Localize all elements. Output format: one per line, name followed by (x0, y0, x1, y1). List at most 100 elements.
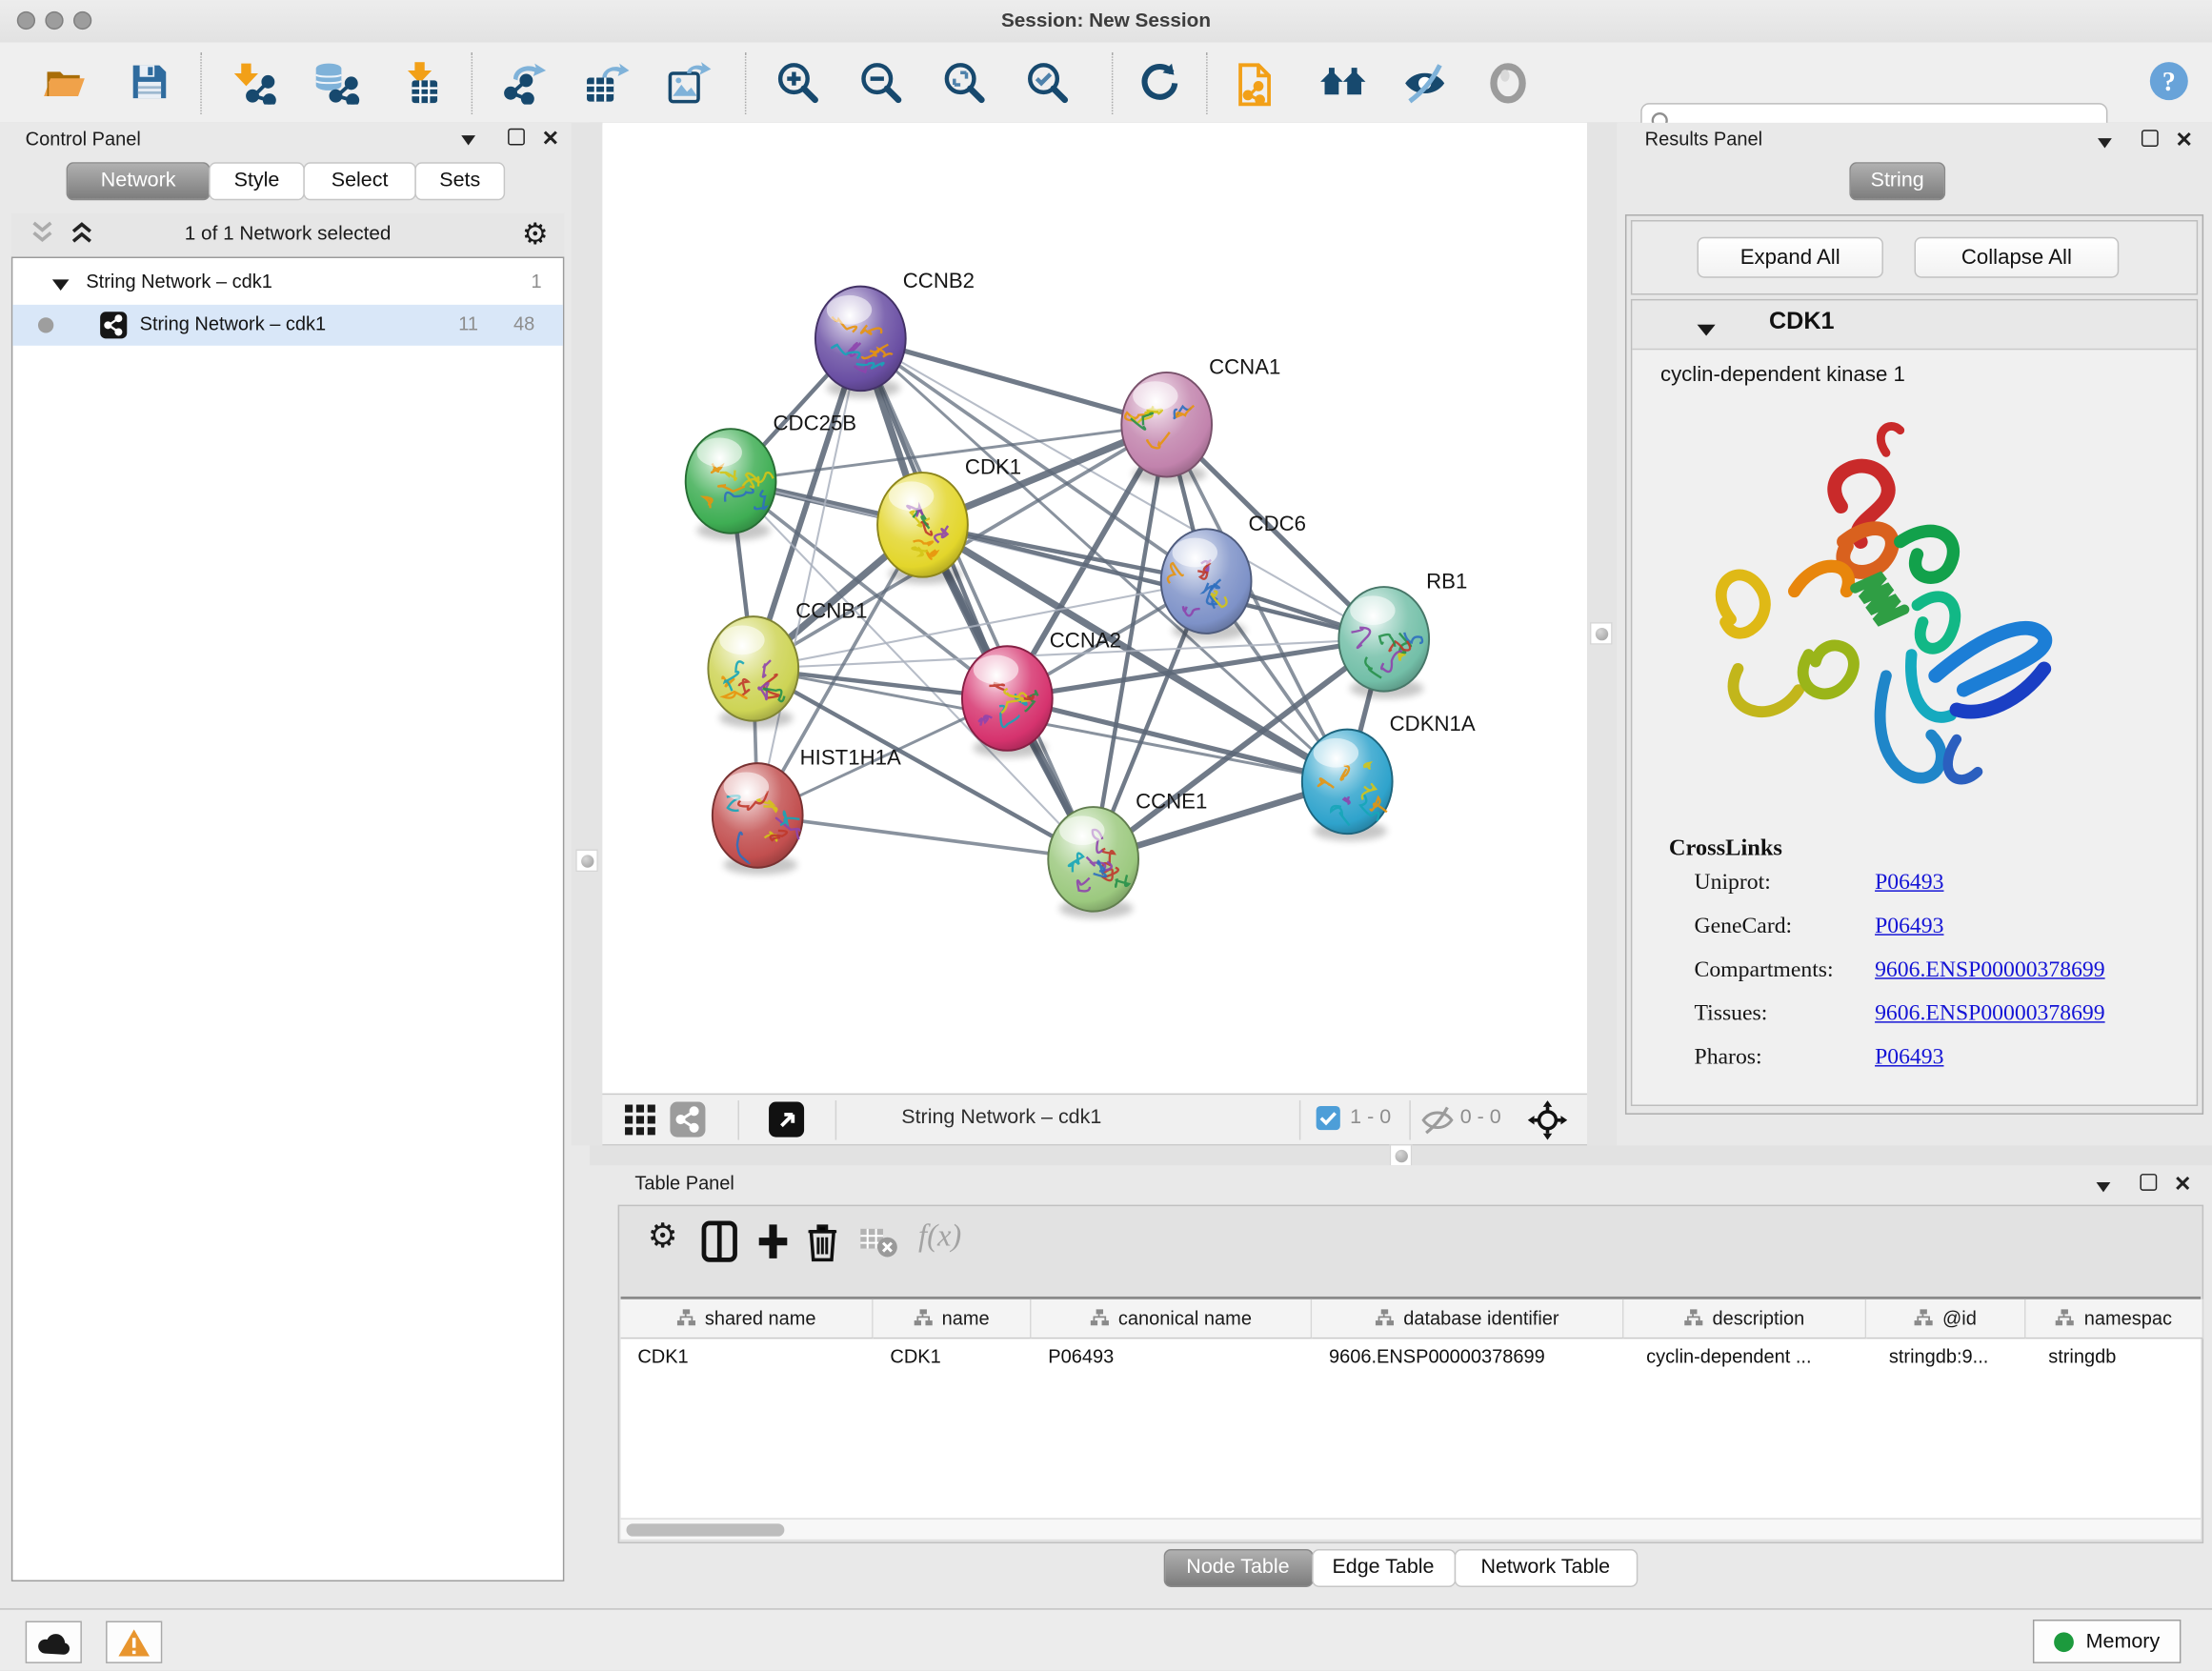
network-node-CDC6[interactable]: CDC6 (1161, 512, 1306, 641)
crosslink-value-link[interactable]: P06493 (1875, 915, 1943, 940)
import-network-from-database-icon[interactable] (313, 62, 355, 104)
control-panel-float-icon[interactable] (458, 129, 478, 154)
delete-table-icon[interactable] (859, 1227, 898, 1265)
import-network-icon[interactable] (234, 62, 276, 104)
crosslink-label: Tissues: (1695, 1001, 1768, 1027)
network-node-CCNA1[interactable]: CCNA1 (1121, 354, 1280, 484)
results-panel-maximize-icon[interactable] (2142, 130, 2159, 147)
create-column-icon[interactable] (754, 1220, 792, 1270)
show-columns-icon[interactable] (701, 1220, 738, 1270)
zoom-fit-icon[interactable] (944, 62, 986, 104)
network-node-HIST1H1A[interactable]: HIST1H1A (713, 746, 901, 876)
collapse-all-button[interactable]: Collapse All (1915, 237, 2120, 278)
zoom-out-icon[interactable] (860, 62, 902, 104)
fit-content-crosshair-icon[interactable] (1528, 1100, 1567, 1147)
zoom-selected-icon[interactable] (1027, 62, 1069, 104)
annotation-network-icon[interactable] (1236, 62, 1277, 104)
table-row[interactable]: CDK1CDK1P064939606.ENSP00000378699cyclin… (621, 1339, 2202, 1376)
zoom-in-icon[interactable] (777, 62, 819, 104)
tab-network[interactable]: Network (67, 162, 211, 200)
hscrollbar-thumb[interactable] (627, 1523, 785, 1536)
export-network-icon[interactable] (502, 62, 544, 104)
network-node-RB1[interactable]: RB1 (1338, 570, 1467, 699)
column-header[interactable]: @id (1866, 1299, 2025, 1339)
tab-select[interactable]: Select (303, 162, 415, 200)
save-session-icon[interactable] (130, 62, 171, 104)
network-edge[interactable] (757, 815, 1093, 859)
crosslink-value-link[interactable]: P06493 (1875, 871, 1943, 896)
grid-view-icon[interactable] (625, 1105, 656, 1143)
function-builder-icon[interactable]: f(x) (918, 1218, 961, 1255)
table-panel-maximize-icon[interactable] (2140, 1174, 2157, 1191)
network-node-CDKN1A[interactable]: CDKN1A (1302, 712, 1476, 841)
column-header[interactable]: namespac (2026, 1299, 2204, 1339)
memory-button[interactable]: Memory (2032, 1620, 2181, 1663)
table-options-gear-icon[interactable]: ⚙ (648, 1217, 678, 1258)
column-header[interactable]: database identifier (1312, 1299, 1623, 1339)
warnings-button[interactable] (106, 1621, 162, 1663)
export-table-icon[interactable] (584, 62, 626, 104)
column-header[interactable]: canonical name (1032, 1299, 1313, 1339)
gene-section-header[interactable]: CDK1 (1632, 300, 2196, 350)
column-header[interactable]: shared name (621, 1299, 874, 1339)
help-icon[interactable]: ? (2148, 61, 2190, 103)
tab-node-table[interactable]: Node Table (1163, 1549, 1313, 1587)
table-cell[interactable]: stringdb:9... (1866, 1339, 2025, 1378)
table-cell[interactable]: stringdb (2026, 1339, 2204, 1378)
crosslink-value-link[interactable]: 9606.ENSP00000378699 (1875, 1001, 2105, 1027)
results-panel-close-icon[interactable]: ✕ (2175, 127, 2193, 152)
splitter-handle[interactable] (1590, 622, 1613, 645)
results-panel-title: Results Panel (1645, 129, 1762, 150)
network-edge[interactable] (860, 338, 1093, 858)
column-header-label: name (942, 1308, 990, 1329)
column-header[interactable]: description (1623, 1299, 1866, 1339)
table-cell[interactable]: CDK1 (621, 1339, 874, 1378)
table-hscrollbar[interactable] (621, 1518, 2202, 1539)
splitter-handle[interactable] (575, 849, 598, 872)
hide-panel-eye-icon[interactable] (1402, 62, 1444, 104)
expand-all-button[interactable]: Expand All (1697, 237, 1882, 278)
left-splitter[interactable] (572, 123, 603, 1146)
results-panel-float-icon[interactable] (2095, 131, 2115, 157)
network-row[interactable]: String Network – cdk1 11 48 (12, 305, 563, 346)
network-node-CDK1[interactable]: CDK1 (877, 455, 1021, 585)
selected-checkbox-icon[interactable] (1317, 1106, 1340, 1130)
tab-network-table[interactable]: Network Table (1454, 1549, 1638, 1587)
control-panel-maximize-icon[interactable] (508, 129, 525, 146)
network-canvas[interactable]: CCNB2CCNA1CDC25BCDK1CDC6RB1CCNB1CCNA2CDK… (602, 123, 1587, 1094)
table-cell[interactable]: P06493 (1032, 1339, 1313, 1378)
table-cell[interactable]: CDK1 (874, 1339, 1032, 1378)
crosslink-value-link[interactable]: 9606.ENSP00000378699 (1875, 958, 2105, 984)
cloud-status-button[interactable] (26, 1621, 82, 1663)
network-list: String Network – cdk1 1 String Network –… (11, 257, 564, 1582)
tab-edge-table[interactable]: Edge Table (1311, 1549, 1455, 1587)
export-image-icon[interactable] (667, 62, 709, 104)
apply-layout-icon[interactable] (1137, 62, 1179, 104)
tab-style[interactable]: Style (209, 162, 305, 200)
crosslink-value-link[interactable]: P06493 (1875, 1045, 1943, 1071)
hidden-eye-icon[interactable] (1420, 1105, 1455, 1143)
table-panel-float-icon[interactable] (2094, 1176, 2114, 1201)
network-edge[interactable] (757, 338, 860, 815)
splitter-handle[interactable] (1390, 1144, 1413, 1167)
control-panel-close-icon[interactable]: ✕ (542, 126, 560, 151)
network-node-CCNB2[interactable]: CCNB2 (815, 269, 975, 398)
crosslink-row: Compartments:9606.ENSP00000378699 (1632, 958, 2196, 1002)
network-collection-row[interactable]: String Network – cdk1 1 (12, 262, 563, 303)
column-header[interactable]: name (874, 1299, 1032, 1339)
import-table-icon[interactable] (404, 62, 446, 104)
network-view-icon[interactable] (670, 1102, 705, 1137)
show-panel-eye-icon[interactable] (1487, 62, 1529, 104)
table-cell[interactable]: 9606.ENSP00000378699 (1312, 1339, 1623, 1378)
tab-string[interactable]: String (1849, 162, 1945, 200)
collection-expander-icon[interactable] (52, 275, 70, 296)
network-options-gear-icon[interactable]: ⚙ (522, 217, 549, 252)
table-panel-close-icon[interactable]: ✕ (2174, 1171, 2192, 1197)
open-session-icon[interactable] (42, 62, 84, 104)
tab-sets[interactable]: Sets (414, 162, 505, 200)
delete-column-icon[interactable] (806, 1220, 840, 1270)
birds-eye-view-icon[interactable] (1317, 62, 1359, 104)
section-collapse-icon[interactable] (1697, 319, 1715, 345)
table-cell[interactable]: cyclin-dependent ... (1623, 1339, 1866, 1378)
detach-view-icon[interactable] (769, 1102, 804, 1137)
